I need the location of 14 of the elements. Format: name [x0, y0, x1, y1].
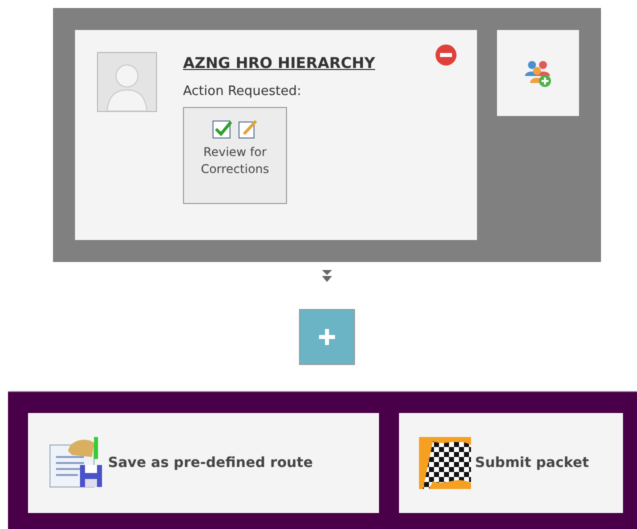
- remove-icon[interactable]: [435, 44, 457, 66]
- add-step-button[interactable]: [299, 309, 355, 365]
- add-approver-button[interactable]: [497, 30, 579, 116]
- save-route-button[interactable]: Save as pre-defined route: [28, 413, 379, 513]
- submit-packet-button[interactable]: Submit packet: [399, 413, 623, 513]
- approver-name-link[interactable]: AZNG HRO HIERARCHY: [183, 54, 376, 72]
- plus-icon: [317, 327, 337, 347]
- add-users-icon: [523, 58, 553, 88]
- review-action-button[interactable]: Review for Corrections: [183, 107, 287, 204]
- checkered-flag-icon: [419, 437, 471, 489]
- action-requested-label: Action Requested:: [183, 84, 302, 99]
- double-down-arrow-icon: [321, 269, 333, 283]
- avatar-icon: [97, 52, 157, 112]
- checklist-icon: [211, 118, 259, 140]
